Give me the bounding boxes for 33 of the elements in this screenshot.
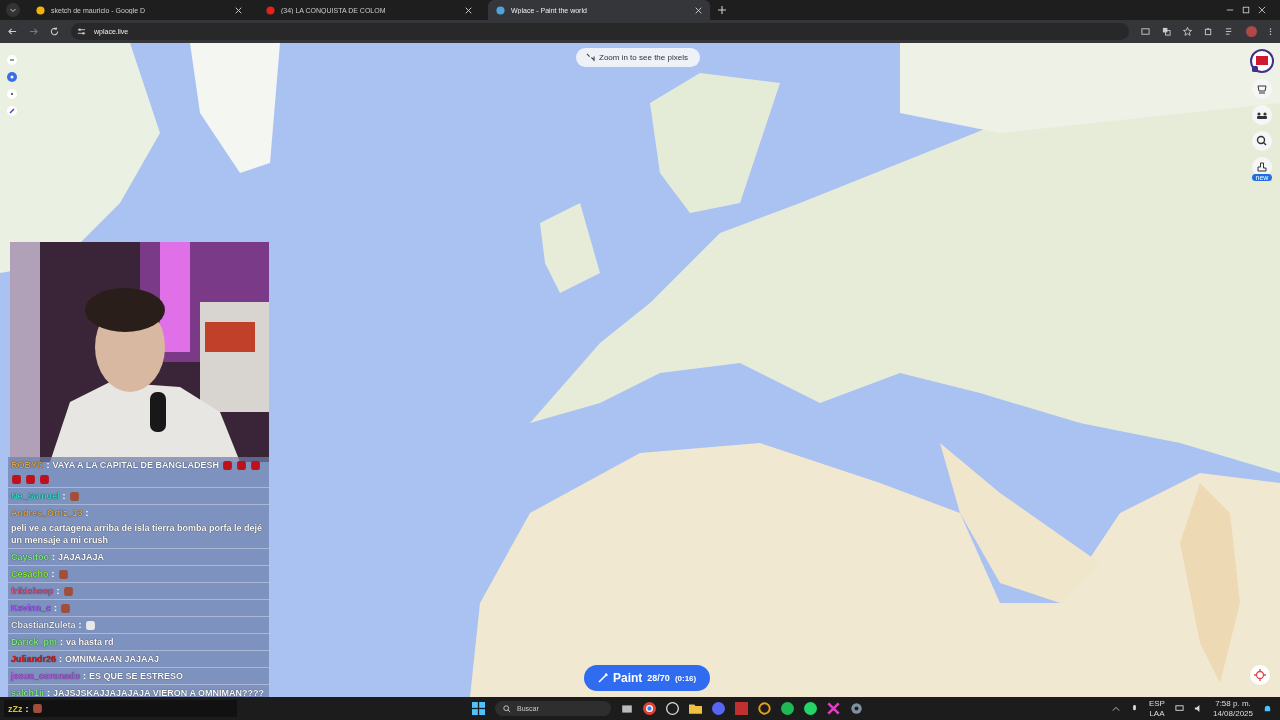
back-icon[interactable] [8,27,17,36]
gear-icon[interactable] [850,702,863,715]
new-tab-icon[interactable] [718,6,726,14]
clock[interactable]: 7:58 p. m. 14/08/2025 [1212,698,1253,719]
minimize-icon[interactable] [1226,6,1234,14]
install-icon[interactable] [1141,27,1150,36]
extensions-icon[interactable] [1204,27,1213,36]
chevron-down-icon[interactable] [6,3,20,17]
close-icon[interactable] [465,6,472,14]
chevron-up-icon[interactable] [1111,704,1120,713]
separator-text: : [25,703,29,714]
language-indicator[interactable]: ESP LAA [1148,698,1165,719]
star-icon[interactable] [1183,27,1192,36]
cross-icon[interactable] [827,702,840,715]
translate-icon[interactable] [1162,27,1171,36]
task-view-icon[interactable] [621,702,633,715]
network-icon[interactable] [1174,704,1184,713]
close-icon[interactable] [235,6,242,14]
search-icon [503,704,511,713]
bell-icon[interactable] [1263,704,1272,713]
app-icon[interactable] [666,702,679,715]
media-icon[interactable] [1225,27,1234,36]
start-icon[interactable] [472,702,485,715]
close-icon[interactable] [1258,6,1266,14]
ring-icon[interactable] [758,702,771,715]
reload-icon[interactable] [50,27,59,36]
folder-icon[interactable] [689,702,702,715]
restore-icon[interactable] [1242,6,1250,14]
menu-icon[interactable] [1269,27,1272,36]
close-icon[interactable] [695,6,702,14]
chat-username: zZz [8,703,23,714]
forward-icon[interactable] [29,27,38,36]
site-settings-icon[interactable] [77,27,86,36]
